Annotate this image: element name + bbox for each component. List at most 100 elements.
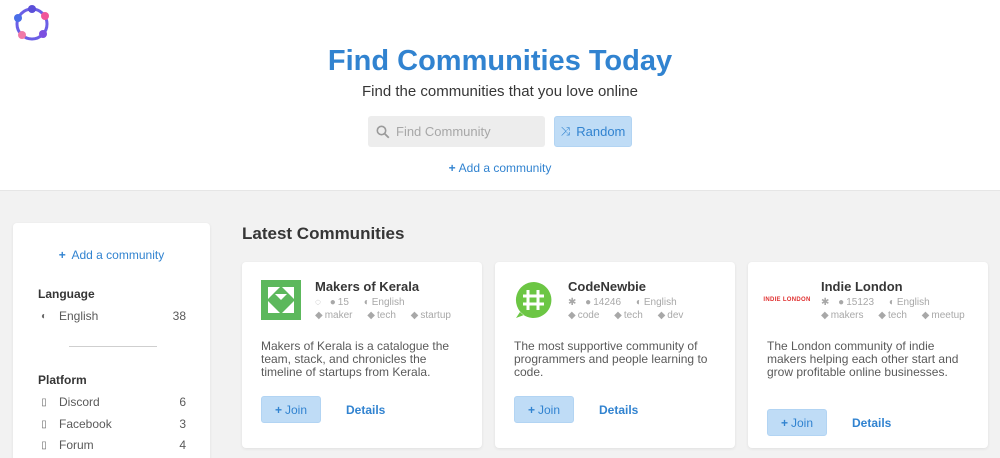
platform-count: 3: [179, 417, 186, 431]
platform-filter-facebook[interactable]: ▯ Facebook 3: [38, 417, 186, 431]
search-field[interactable]: [368, 116, 545, 147]
tag[interactable]: ◆ maker: [315, 310, 359, 321]
members-count: 14246: [593, 297, 622, 308]
users-icon: ●: [329, 297, 336, 308]
community-card: INDIE LONDON Indie London ✱ ● 15123 ◐ Engl…: [748, 262, 988, 448]
tag[interactable]: ◆ tech: [614, 310, 649, 321]
tag-label: tech: [887, 310, 907, 321]
add-community-link[interactable]: + Add a community: [0, 161, 1000, 175]
platform-label: Discord: [59, 395, 100, 409]
tag-icon: ◆: [614, 310, 622, 321]
members-count: 15: [337, 297, 349, 308]
community-description: The most supportive community of program…: [514, 339, 708, 379]
join-button[interactable]: + Join: [514, 396, 574, 423]
section-title: Latest Communities: [242, 224, 405, 243]
tag[interactable]: ◆ code: [568, 310, 605, 321]
tag-icon: ◆: [568, 310, 576, 321]
tag-label: maker: [324, 310, 353, 321]
tag[interactable]: ◆ startup: [411, 310, 457, 321]
search-icon: [376, 125, 390, 138]
community-meta: ◌ ● 15 ◐ English ◆ maker ◆ tech ◆ startup: [315, 296, 475, 322]
tag-icon: ◆: [878, 310, 886, 321]
language-label: English: [59, 309, 99, 323]
tag-label: makers: [830, 310, 864, 321]
tag-label: code: [577, 310, 600, 321]
join-button[interactable]: + Join: [261, 396, 321, 423]
plus-icon: +: [527, 402, 535, 417]
tag[interactable]: ◆ tech: [878, 310, 913, 321]
language-stat: ◐ English: [636, 297, 683, 308]
tag-label: dev: [667, 310, 684, 321]
search-input[interactable]: [396, 124, 536, 139]
tag-label: meetup: [931, 310, 965, 321]
join-button[interactable]: + Join: [767, 409, 827, 436]
users-icon: ●: [585, 297, 592, 308]
sidebar-divider: [69, 346, 157, 347]
platform-filter-forum[interactable]: ▯ Forum 4: [38, 438, 186, 452]
community-description: Makers of Kerala is a catalogue the team…: [261, 339, 450, 379]
app-logo-icon[interactable]: [12, 4, 52, 44]
tag[interactable]: ◆ meetup: [922, 310, 971, 321]
platform-label: Forum: [59, 438, 94, 452]
mobile-icon: ▯: [41, 418, 47, 430]
community-name[interactable]: Indie London: [821, 279, 903, 294]
platform-count: 4: [179, 438, 186, 452]
page-subtitle: Find the communities that you love onlin…: [362, 83, 638, 100]
tag-icon: ◆: [410, 310, 419, 321]
whatsapp-icon: ◌: [315, 297, 321, 308]
users-icon: ●: [838, 297, 845, 308]
language-stat: ◐ English: [364, 297, 411, 308]
shuffle-icon: ⤨: [560, 124, 571, 138]
makers-of-kerala-logo: [261, 280, 301, 320]
page-title: Find Communities Today: [327, 45, 673, 77]
join-label: Join: [791, 415, 814, 430]
globe-icon: ◐: [635, 297, 642, 308]
community-card: Makers of Kerala ◌ ● 15 ◐ English ◆ maker ◆…: [242, 262, 482, 448]
globe-icon: ◐: [363, 297, 370, 308]
plus-icon: +: [274, 402, 282, 417]
platform-count: 6: [179, 395, 186, 409]
tag[interactable]: ◆ tech: [367, 310, 402, 321]
language-label: English: [371, 297, 405, 308]
platform-filter-discord[interactable]: ▯ Discord 6: [38, 395, 186, 409]
details-link[interactable]: Details: [346, 403, 385, 417]
tag-icon: ◆: [821, 310, 829, 321]
slack-icon: ✱: [568, 297, 577, 308]
tag-icon: ◆: [921, 310, 930, 321]
community-meta: ✱ ● 15123 ◐ English ◆ makers ◆ tech ◆ meetup: [821, 296, 981, 322]
mobile-icon: ▯: [41, 396, 47, 408]
sidebar-add-label: Add a community: [71, 248, 165, 262]
tag-icon: ◆: [315, 310, 323, 321]
details-link[interactable]: Details: [599, 403, 638, 417]
tag[interactable]: ◆ makers: [821, 310, 870, 321]
tag-label: startup: [420, 310, 451, 321]
tag[interactable]: ◆ dev: [658, 310, 690, 321]
tag-icon: ◆: [367, 310, 375, 321]
language-label: English: [896, 297, 930, 308]
members-stat: ● 14246: [585, 297, 627, 308]
language-label: English: [643, 297, 677, 308]
globe-icon: ◐: [40, 310, 48, 322]
codenewbie-logo: [515, 281, 552, 318]
platform-heading: Platform: [38, 373, 87, 387]
community-card: CodeNewbie ✱ ● 14246 ◐ English ◆ code ◆ tech…: [495, 262, 735, 448]
tag-label: tech: [623, 310, 643, 321]
join-label: Join: [538, 402, 561, 417]
plus-icon: +: [448, 161, 456, 175]
plus-icon: +: [58, 248, 66, 262]
members-stat: ● 15: [330, 297, 355, 308]
community-name[interactable]: Makers of Kerala: [315, 279, 419, 294]
filter-sidebar: + Add a community Language ◐ English 38 …: [13, 223, 210, 458]
slack-icon: ✱: [821, 297, 830, 308]
members-stat: ● 15123: [838, 297, 880, 308]
language-heading: Language: [38, 287, 95, 301]
community-name[interactable]: CodeNewbie: [568, 279, 646, 294]
sidebar-add-community-link[interactable]: + Add a community: [13, 248, 210, 262]
plus-icon: +: [780, 415, 788, 430]
language-filter-english[interactable]: ◐ English 38: [38, 309, 186, 323]
community-description: The London community of indie makers hel…: [767, 339, 959, 379]
join-label: Join: [285, 402, 308, 417]
details-link[interactable]: Details: [852, 416, 891, 430]
random-button[interactable]: ⤨ Random: [554, 116, 632, 147]
random-button-label: Random: [576, 124, 626, 139]
